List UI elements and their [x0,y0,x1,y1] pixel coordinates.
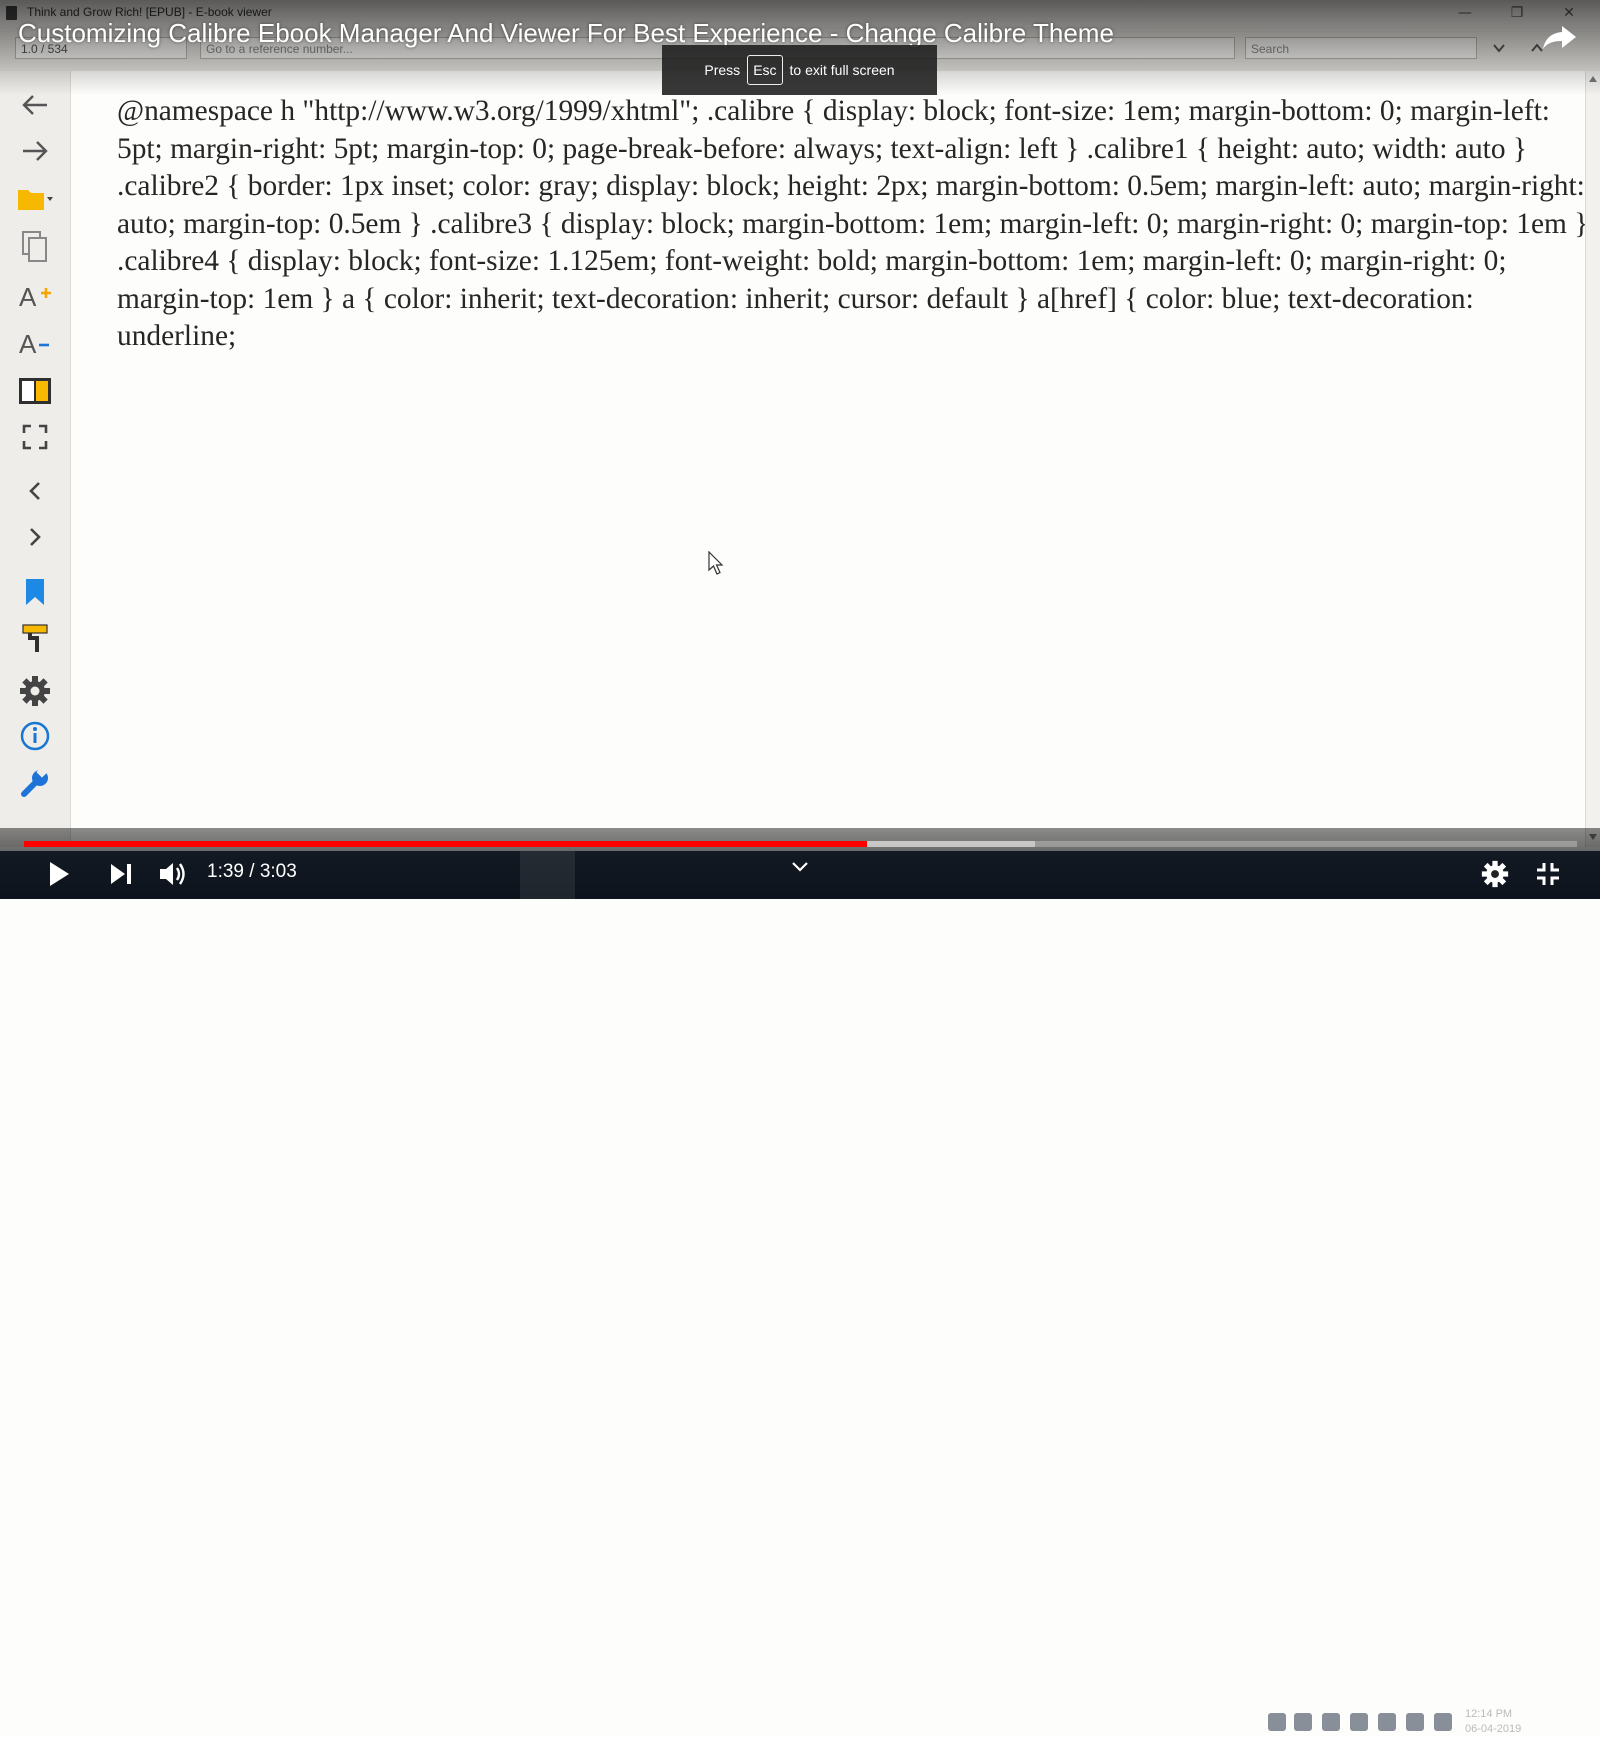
tray-usb-icon[interactable] [1350,1713,1368,1731]
play-icon [50,862,69,886]
search-placeholder: Search [1251,42,1290,56]
reference-mode-icon [22,624,48,652]
taskbar-clock[interactable]: 12:14 PM 06-04-2019 [1465,1707,1521,1737]
chevron-left-icon [29,482,40,500]
preferences-button[interactable] [13,671,57,711]
clock-time: 12:14 PM [1465,1708,1513,1720]
document-text: @namespace h "http://www.w3.org/1999/xht… [117,95,1589,352]
toggle-toc-button[interactable] [13,371,57,411]
previous-page-button[interactable] [13,471,57,511]
settings-button[interactable] [1477,856,1513,892]
viewer-sidebar: A A [0,71,71,847]
toggle-toc-icon [19,378,51,404]
back-arrow-icon [22,95,47,115]
copy-button[interactable] [13,227,57,267]
settings-gear-icon [1481,860,1509,888]
font-larger-icon: A [19,282,51,311]
video-progress-bar[interactable] [24,841,1577,847]
scroll-up-icon[interactable] [1588,75,1598,83]
video-time-display: 1:39 / 3:03 [207,861,297,883]
fullscreen-icon [22,424,48,450]
current-time: 1:39 [207,861,244,882]
chevron-down-icon [792,862,808,872]
toast-text-before: Press [704,62,741,78]
bookmark-icon [26,579,44,605]
skip-next-icon [111,864,131,884]
document-view[interactable]: @namespace h "http://www.w3.org/1999/xht… [71,71,1588,847]
fullscreen-toggle-button[interactable] [13,417,57,457]
time-separator: / [243,861,260,882]
tray-wifi-icon[interactable] [1406,1713,1424,1731]
tray-network-app-icon[interactable] [1294,1713,1312,1731]
restore-button[interactable]: ❐ [1500,2,1534,24]
tray-chevron-icon[interactable] [1268,1713,1286,1731]
mute-button[interactable] [157,856,189,892]
gear-icon [20,676,50,706]
close-button[interactable]: ✕ [1552,2,1586,24]
duration: 3:03 [259,861,297,882]
fullscreen-exit-toast: Press Esc to exit full screen [662,45,937,95]
calibre-app-icon [6,6,17,20]
tray-antivirus-icon[interactable] [1322,1713,1340,1731]
reference-mode-button[interactable] [13,618,57,658]
volume-icon [160,863,185,885]
toast-text-after: to exit full screen [789,62,895,78]
vertical-scrollbar[interactable] [1585,71,1600,847]
forward-button[interactable] [13,131,57,171]
tray-battery-icon[interactable] [1434,1713,1452,1731]
back-button[interactable] [13,85,57,125]
font-smaller-icon: A [19,329,49,358]
bookmarks-button[interactable] [13,572,57,612]
copy-icon [22,231,47,262]
mouse-cursor-icon [708,551,724,575]
forward-arrow-icon [23,141,48,161]
svg-text:A: A [19,329,37,358]
window-title: Think and Grow Rich! [EPUB] - E-book vie… [27,5,272,19]
next-video-button[interactable] [107,856,135,892]
search-input[interactable]: Search [1245,37,1477,59]
inspector-button[interactable] [13,763,57,803]
minimize-button[interactable]: — [1448,2,1482,24]
svg-text:A: A [19,282,37,311]
play-button[interactable] [45,856,73,892]
wrench-icon [21,767,48,797]
esc-key-badge: Esc [747,55,783,85]
info-icon [20,721,50,751]
more-videos-button[interactable] [785,852,815,882]
find-next-icon[interactable] [1492,41,1506,55]
taskbar-active-app[interactable] [520,851,575,899]
chevron-right-icon [30,528,41,546]
tray-volume-icon[interactable] [1378,1713,1396,1731]
font-larger-button[interactable]: A [13,276,57,316]
next-page-button[interactable] [13,517,57,557]
video-title[interactable]: Customizing Calibre Ebook Manager And Vi… [18,18,1114,49]
share-icon[interactable] [1542,24,1578,50]
exit-fullscreen-button[interactable] [1530,856,1566,892]
open-ebook-button[interactable] [13,179,57,219]
folder-open-icon [18,190,53,210]
exit-fullscreen-icon [1537,863,1559,885]
clock-date: 06-04-2019 [1465,1723,1522,1735]
font-smaller-button[interactable]: A [13,323,57,363]
metadata-button[interactable] [13,716,57,756]
progress-played [24,841,867,847]
